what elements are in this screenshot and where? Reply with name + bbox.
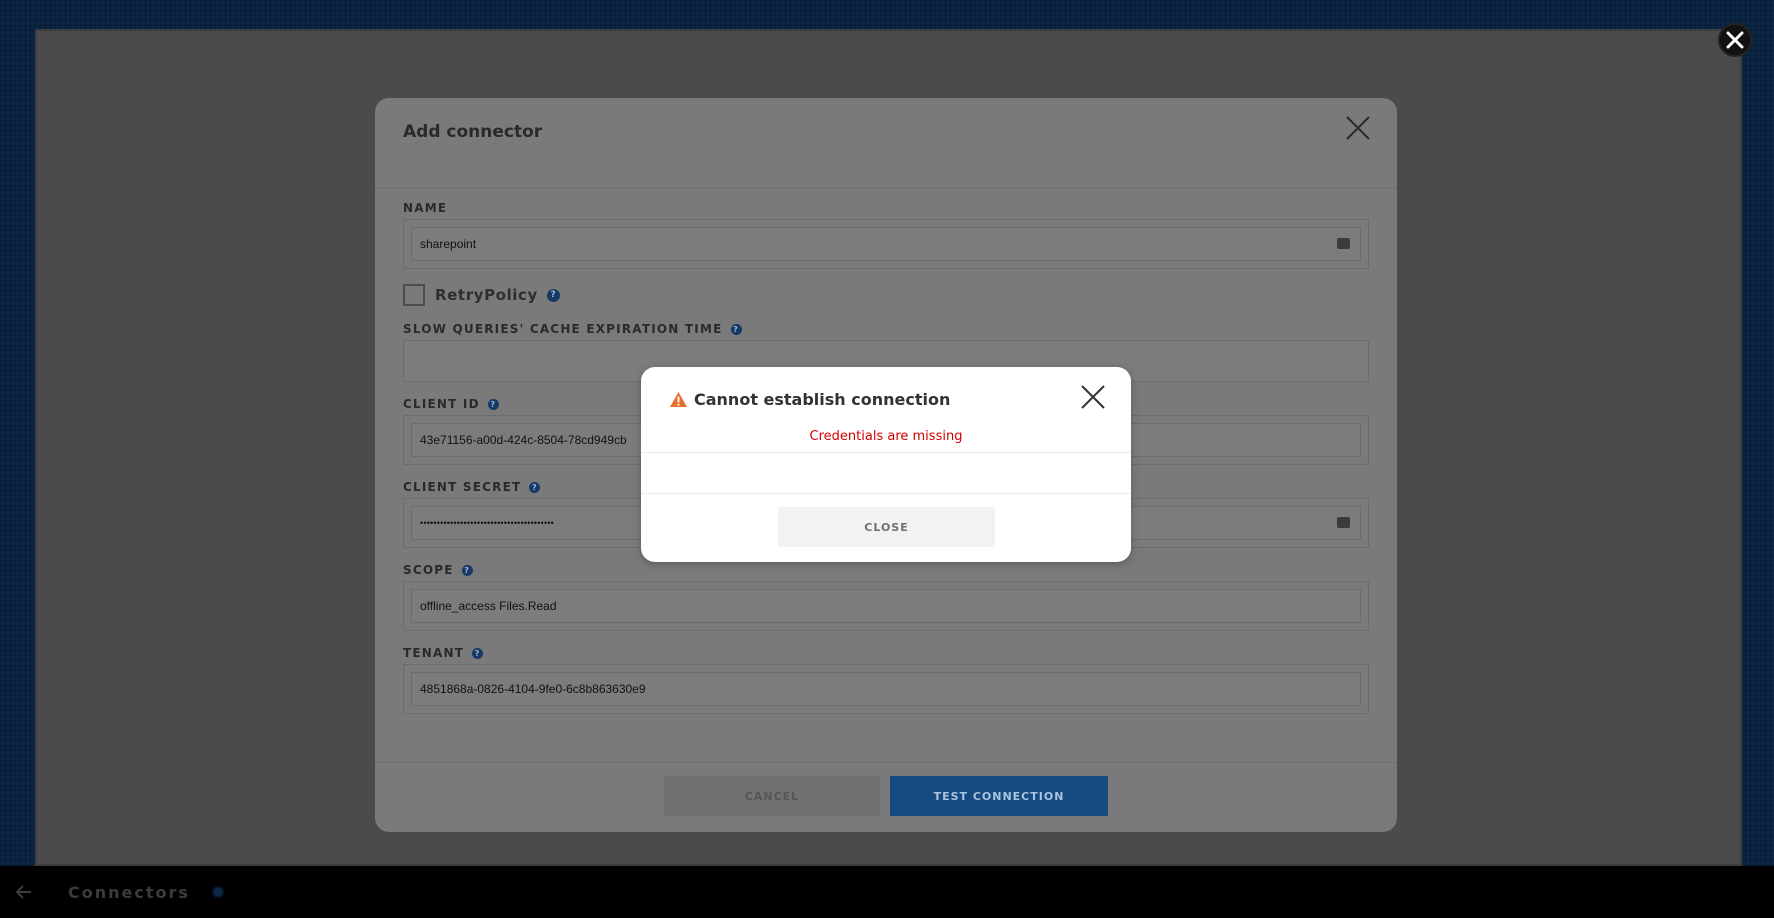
scope-text: SCOPE <box>403 563 454 577</box>
dialog-footer: CANCEL TEST CONNECTION <box>375 762 1397 832</box>
name-field: sharepoint <box>403 219 1369 269</box>
status-dot <box>211 886 224 898</box>
retry-policy-label: RetryPolicy ? <box>435 286 560 304</box>
error-message: Credentials are missing <box>809 429 963 444</box>
alert-close-icon-button[interactable] <box>1080 384 1106 410</box>
scope-label: SCOPE ? <box>403 563 473 577</box>
warning-icon <box>670 391 687 408</box>
tenant-field: 4851868a-0826-4104-9fe0-6c8b863630e9 <box>403 664 1369 714</box>
cancel-button[interactable]: CANCEL <box>664 776 880 816</box>
bottom-bar: Connectors <box>0 866 1774 918</box>
overlay-close-button[interactable] <box>1718 23 1752 57</box>
close-icon <box>1726 31 1744 49</box>
close-icon <box>1346 116 1370 140</box>
help-icon[interactable]: ? <box>529 481 541 493</box>
alert-title: Cannot establish connection <box>669 390 950 409</box>
retry-policy-checkbox[interactable] <box>403 284 425 306</box>
dialog-close-button[interactable] <box>1344 114 1372 142</box>
client-id-text: CLIENT ID <box>403 397 480 411</box>
page-title: Connectors <box>68 882 190 902</box>
help-icon[interactable]: ? <box>546 288 560 302</box>
test-connection-button[interactable]: TEST CONNECTION <box>890 776 1108 816</box>
alert-close-button[interactable]: CLOSE <box>778 507 995 547</box>
keyboard-icon[interactable] <box>1337 517 1350 528</box>
name-input[interactable]: sharepoint <box>411 227 1361 261</box>
client-secret-label: CLIENT SECRET ? <box>403 480 541 494</box>
tenant-label: TENANT ? <box>403 646 484 660</box>
alert-divider <box>641 493 1131 494</box>
name-label: NAME <box>403 201 447 215</box>
retry-policy-text: RetryPolicy <box>435 286 538 304</box>
back-button[interactable] <box>0 866 48 918</box>
help-icon[interactable]: ? <box>461 564 473 576</box>
dialog-header: Add connector <box>375 98 1397 188</box>
help-icon[interactable]: ? <box>487 398 499 410</box>
error-alert-dialog: Cannot establish connection Credentials … <box>641 367 1131 562</box>
back-arrow-icon <box>16 885 31 899</box>
help-icon[interactable]: ? <box>472 647 484 659</box>
client-id-label: CLIENT ID ? <box>403 397 499 411</box>
scope-field: offline_access Files.Read <box>403 581 1369 631</box>
cache-expiration-text: SLOW QUERIES' CACHE EXPIRATION TIME <box>403 322 723 336</box>
scope-input[interactable]: offline_access Files.Read <box>411 589 1361 623</box>
tenant-text: TENANT <box>403 646 465 660</box>
dialog-title: Add connector <box>403 122 543 142</box>
alert-title-text: Cannot establish connection <box>694 390 951 409</box>
tenant-input[interactable]: 4851868a-0826-4104-9fe0-6c8b863630e9 <box>411 672 1361 706</box>
keyboard-icon[interactable] <box>1337 238 1350 249</box>
help-icon[interactable]: ? <box>730 323 742 335</box>
client-secret-text: CLIENT SECRET <box>403 480 522 494</box>
cache-expiration-label: SLOW QUERIES' CACHE EXPIRATION TIME ? <box>403 322 742 336</box>
close-icon <box>1081 385 1105 409</box>
name-label-text: NAME <box>403 201 448 215</box>
